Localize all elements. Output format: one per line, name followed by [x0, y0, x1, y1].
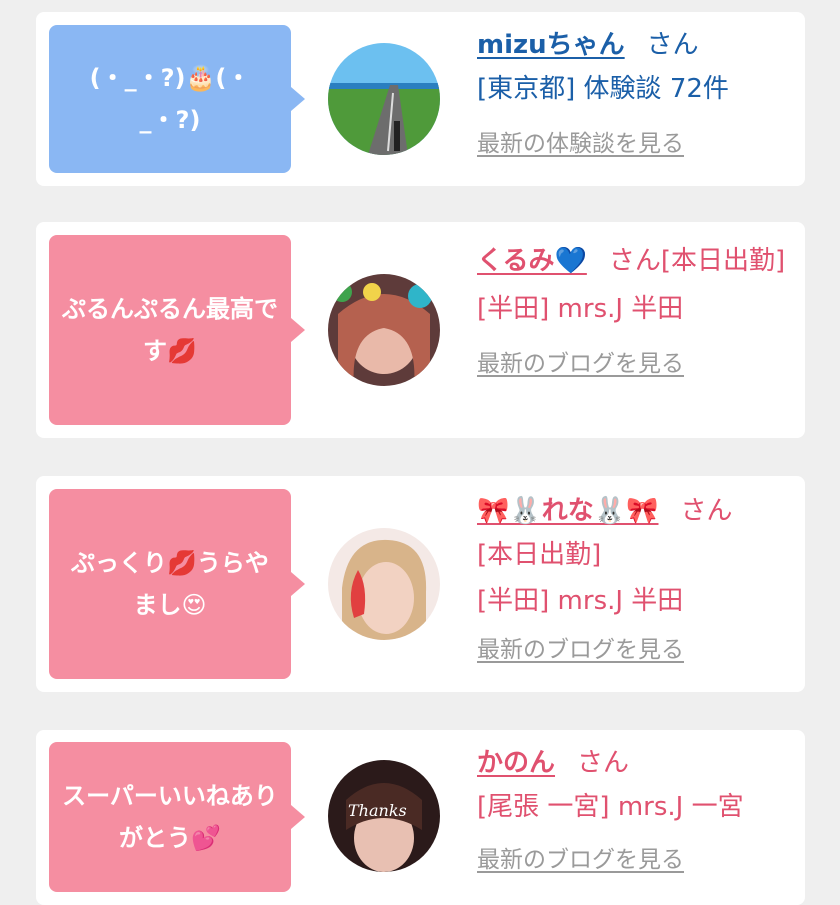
honorific-status: さん[本日出勤]	[608, 246, 786, 276]
honorific: さん	[646, 30, 699, 60]
shop-line: [半田] mrs.J 半田	[477, 294, 684, 324]
message-text: ぷっくり💋うらやまし😍	[71, 549, 269, 619]
blog-card: ぷるんぷるん最高です💋 くるみ💙 さん[本日出勤] [半田] mrs.J 半田 最…	[36, 222, 805, 438]
status-line: [本日出勤]	[477, 540, 602, 570]
girl-name-link[interactable]: かのん	[477, 748, 555, 778]
message-text: ぷるんぷるん最高です💋	[62, 295, 278, 365]
girl-name-link[interactable]: 🎀🐰れな🐰🎀	[477, 496, 659, 526]
girl-name-link[interactable]: くるみ💙	[477, 246, 587, 276]
blog-card: スーパーいいねありがとう💕 Thanks かのん さん [尾張 一宮] mrs.J…	[36, 730, 805, 905]
girl-line: かのん さん	[477, 742, 797, 784]
avatar[interactable]	[328, 528, 440, 640]
latest-blog-link[interactable]: 最新のブログを見る	[477, 840, 797, 874]
shop-line: [半田] mrs.J 半田	[477, 586, 684, 616]
avatar[interactable]	[328, 274, 440, 386]
message-bubble: ぷっくり💋うらやまし😍	[49, 489, 305, 679]
reviewer-line: mizuちゃん さん	[477, 24, 797, 66]
reviewer-name-link[interactable]: mizuちゃん	[477, 30, 625, 60]
message-bubble: ぷるんぷるん最高です💋	[49, 235, 305, 425]
honorific: さん	[577, 748, 630, 778]
blog-card: ぷっくり💋うらやまし😍 🎀🐰れな🐰🎀 さん [本日出勤] [半田] mrs.J 半…	[36, 476, 805, 692]
avatar[interactable]: Thanks	[328, 760, 440, 872]
latest-reviews-link[interactable]: 最新の体験談を見る	[477, 124, 797, 158]
area-count: [東京都] 体験談 72件	[477, 74, 729, 104]
message-text: スーパーいいねありがとう💕	[62, 782, 278, 852]
latest-blog-link[interactable]: 最新のブログを見る	[477, 344, 797, 378]
avatar[interactable]	[328, 43, 440, 155]
review-card: (・_・?)🎂(・_・?) mizuちゃん さん [東京都] 体験談 72件 最新…	[36, 12, 805, 186]
shop-line: [尾張 一宮] mrs.J 一宮	[477, 792, 744, 822]
girl-line: くるみ💙 さん[本日出勤]	[477, 236, 797, 286]
svg-text:Thanks: Thanks	[348, 801, 407, 820]
girl-line: 🎀🐰れな🐰🎀 さん	[477, 490, 797, 532]
message-bubble: スーパーいいねありがとう💕	[49, 742, 305, 892]
message-text: (・_・?)🎂(・_・?)	[89, 64, 251, 134]
message-bubble: (・_・?)🎂(・_・?)	[49, 25, 305, 173]
honorific: さん	[680, 496, 733, 526]
latest-blog-link[interactable]: 最新のブログを見る	[477, 630, 797, 664]
